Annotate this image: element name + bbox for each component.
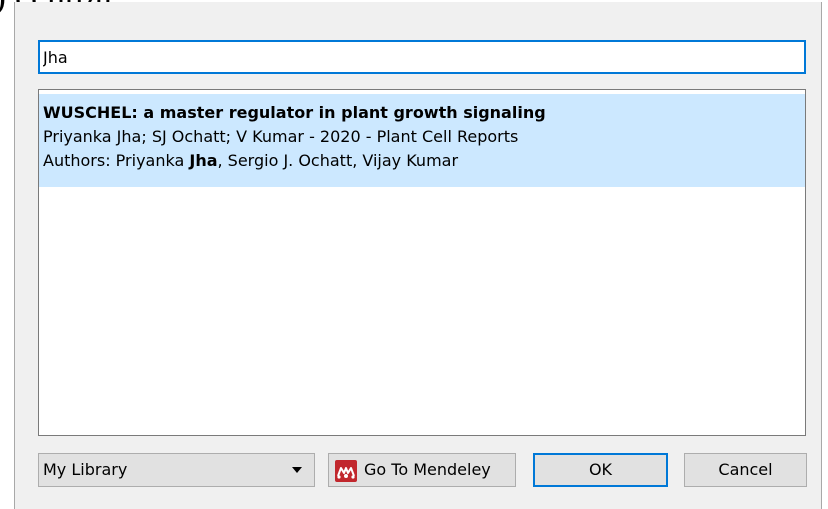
- search-input[interactable]: [38, 40, 806, 74]
- result-title: WUSCHEL: a master regulator in plant gro…: [43, 103, 546, 122]
- mendeley-logo-icon: [335, 460, 357, 482]
- results-list[interactable]: WUSCHEL: a master regulator in plant gro…: [38, 89, 806, 436]
- go-to-mendeley-button[interactable]: Go To Mendeley: [328, 453, 516, 487]
- result-citation: Priyanka Jha; SJ Ochatt; V Kumar - 2020 …: [43, 127, 519, 146]
- result-authors: Authors: Priyanka Jha, Sergio J. Ochatt,…: [43, 149, 805, 173]
- authors-suffix: , Sergio J. Ochatt, Vijay Kumar: [217, 151, 459, 170]
- library-select-value: My Library: [43, 460, 128, 479]
- dropdown-arrow-icon: [292, 467, 302, 473]
- authors-match-highlight: Jha: [189, 151, 218, 170]
- mendeley-search-dialog: WUSCHEL: a master regulator in plant gro…: [14, 2, 822, 509]
- library-select[interactable]: My Library: [38, 453, 315, 487]
- ok-button[interactable]: OK: [533, 453, 668, 487]
- authors-prefix: Authors: Priyanka: [43, 151, 190, 170]
- go-to-mendeley-label: Go To Mendeley: [364, 460, 491, 479]
- cancel-button[interactable]: Cancel: [684, 453, 807, 487]
- list-item[interactable]: WUSCHEL: a master regulator in plant gro…: [39, 94, 805, 187]
